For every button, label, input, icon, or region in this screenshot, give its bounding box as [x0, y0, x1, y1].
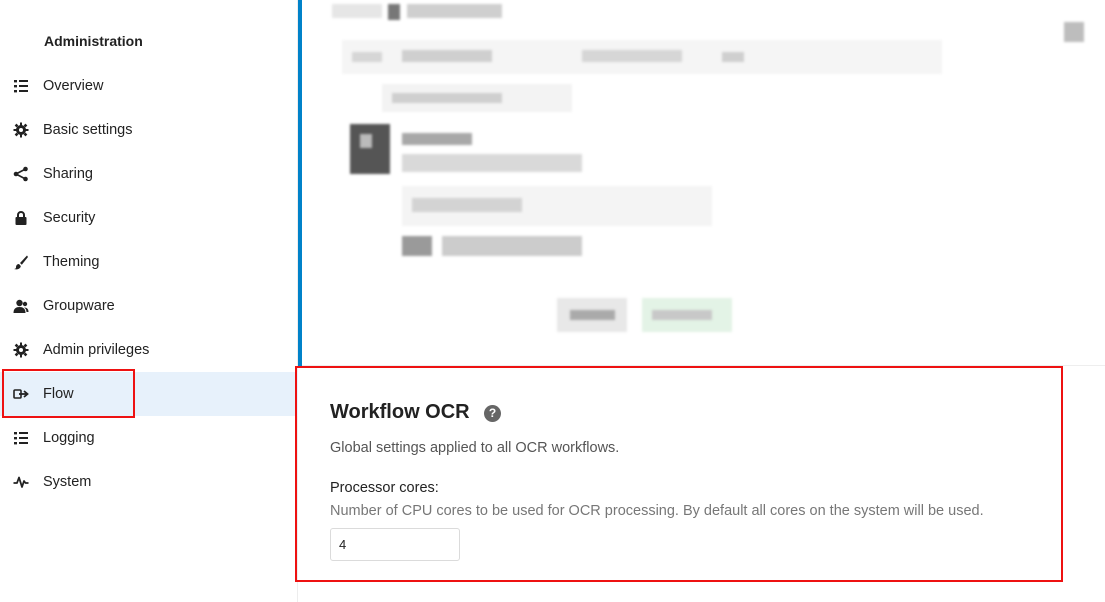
- brush-icon: [12, 253, 30, 271]
- pulse-icon: [12, 473, 30, 491]
- redacted-block: [388, 4, 400, 20]
- sidebar-item-label: Sharing: [43, 166, 93, 182]
- sidebar-item-logging[interactable]: Logging: [0, 416, 298, 460]
- sidebar-heading: Administration: [44, 33, 143, 49]
- workflow-ocr-section: Workflow OCR ? Global settings applied t…: [295, 366, 1063, 582]
- sidebar-item-label: Admin privileges: [43, 342, 150, 358]
- sidebar-item-label: Logging: [43, 430, 95, 446]
- redacted-block: [570, 310, 615, 320]
- sidebar-item-groupware[interactable]: Groupware: [0, 284, 298, 328]
- processor-cores-hint: Number of CPU cores to be used for OCR p…: [330, 503, 984, 519]
- help-icon[interactable]: ?: [484, 405, 501, 422]
- redacted-block: [722, 52, 744, 62]
- redacted-block: [402, 133, 472, 145]
- sidebar-item-label: System: [43, 474, 92, 490]
- redacted-block: [407, 4, 502, 18]
- sidebar-item-overview[interactable]: Overview: [0, 64, 298, 108]
- sidebar-item-label: Overview: [43, 78, 104, 94]
- redacted-block: [442, 236, 582, 256]
- redacted-block: [352, 52, 382, 62]
- sidebar-item-label: Security: [43, 210, 96, 226]
- sidebar-item-label: Theming: [43, 254, 100, 270]
- sidebar-item-sharing[interactable]: Sharing: [0, 152, 298, 196]
- lock-icon: [12, 209, 30, 227]
- sidebar-nav: Overview Basic settings Sharing Security: [0, 64, 298, 504]
- section-description: Global settings applied to all OCR workf…: [330, 440, 620, 456]
- redacted-avatar: [350, 124, 390, 174]
- sidebar-item-label: Flow: [43, 386, 74, 402]
- list-icon: [12, 77, 30, 95]
- sidebar-item-flow[interactable]: Flow: [0, 372, 298, 416]
- redacted-block: [402, 50, 492, 62]
- redacted-block: [652, 310, 712, 320]
- share-icon: [12, 165, 30, 183]
- redacted-block: [582, 50, 682, 62]
- sidebar-item-system[interactable]: System: [0, 460, 298, 504]
- redacted-block: [402, 154, 582, 172]
- redacted-block: [360, 134, 372, 148]
- gear-icon: [12, 121, 30, 139]
- admin-page: Administration Overview Basic settings S…: [0, 0, 1105, 602]
- sidebar-item-basic-settings[interactable]: Basic settings: [0, 108, 298, 152]
- redacted-block: [1064, 22, 1084, 42]
- section-title: Workflow OCR: [330, 401, 470, 423]
- list-icon: [12, 429, 30, 447]
- redacted-block: [392, 93, 502, 103]
- processor-cores-label: Processor cores:: [330, 480, 439, 496]
- redacted-block: [412, 198, 522, 212]
- sidebar-item-security[interactable]: Security: [0, 196, 298, 240]
- redacted-block: [402, 236, 432, 256]
- redacted-section: [302, 0, 1105, 366]
- redacted-block: [332, 4, 382, 18]
- user-group-icon: [12, 297, 30, 315]
- gear-icon: [12, 341, 30, 359]
- flow-icon: [12, 385, 30, 403]
- processor-cores-input[interactable]: [330, 528, 460, 561]
- sidebar-item-theming[interactable]: Theming: [0, 240, 298, 284]
- sidebar-item-label: Groupware: [43, 298, 115, 314]
- sidebar-item-admin-privileges[interactable]: Admin privileges: [0, 328, 298, 372]
- sidebar-item-label: Basic settings: [43, 122, 133, 138]
- admin-sidebar: Administration Overview Basic settings S…: [0, 0, 298, 602]
